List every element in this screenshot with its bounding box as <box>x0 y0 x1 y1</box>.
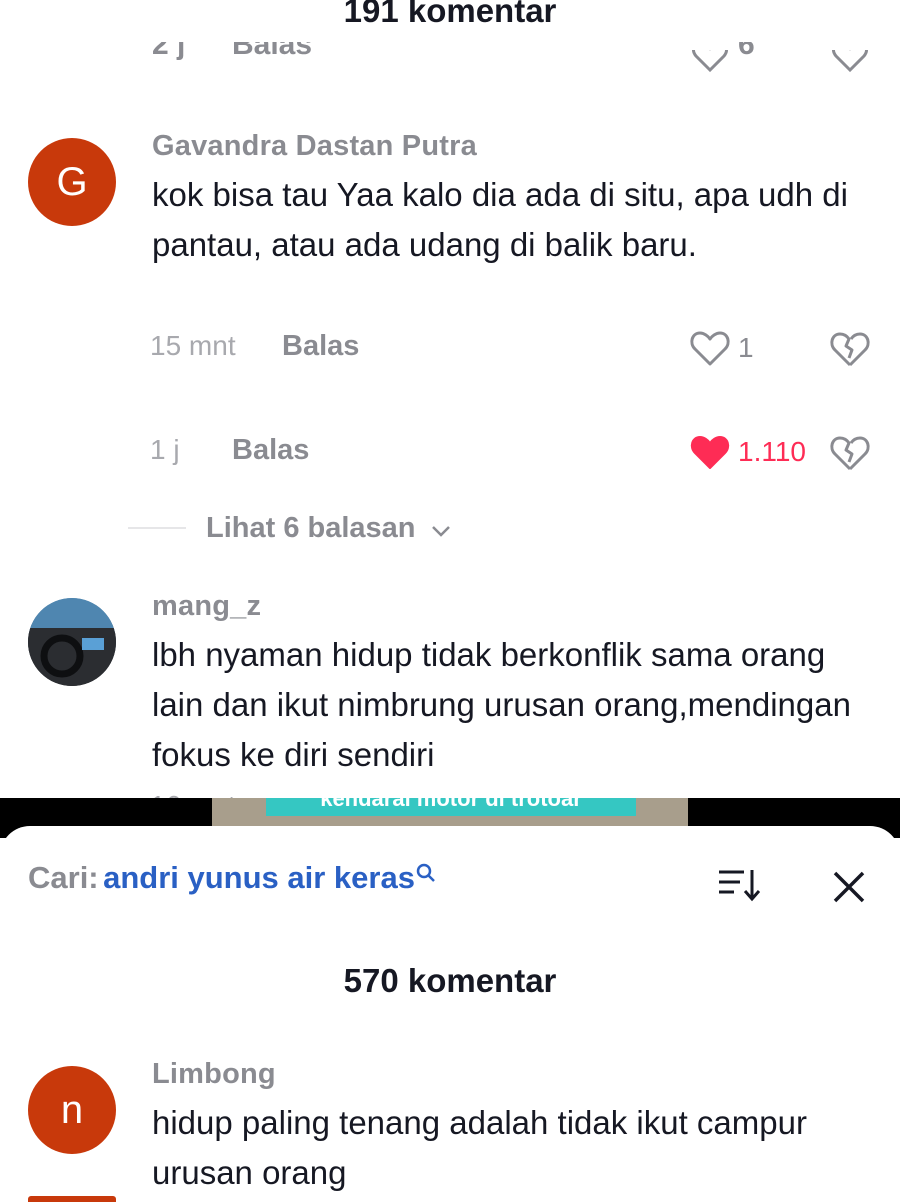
comments-panel: Cari: andri yunus air keras 570 komentar… <box>0 826 900 1202</box>
search-label: Cari: <box>28 860 99 895</box>
cut-like-count: 6 <box>738 42 755 61</box>
cut-reply-button[interactable]: Balas <box>232 42 312 68</box>
video-banner-text: kendarai motor di trotoar <box>320 798 582 811</box>
reply-button[interactable]: Balas <box>282 330 359 363</box>
search-icon[interactable] <box>415 862 437 889</box>
avatar-letter: G <box>56 159 88 204</box>
avatar[interactable]: n <box>28 1066 116 1154</box>
dislike-broken-heart-icon[interactable] <box>828 328 872 370</box>
liked-heart-icon[interactable] <box>688 432 732 472</box>
comment-text: hidup paling tenang adalah tidak ikut ca… <box>152 1104 807 1191</box>
comment-username[interactable]: Gavandra Dastan Putra <box>152 130 477 163</box>
cut-time: 2 j <box>152 42 186 61</box>
car-dashboard-icon <box>28 598 116 686</box>
chevron-down-icon <box>430 513 452 546</box>
reply-row-dislike-icon[interactable] <box>828 432 872 474</box>
close-icon[interactable] <box>830 868 868 911</box>
comment-count-title: 191 komentar <box>343 0 557 29</box>
comment2-text: lbh nyaman hidup tidak berkonflik sama o… <box>152 636 851 773</box>
comment-username[interactable]: Limbong <box>152 1058 276 1091</box>
like-heart-icon[interactable] <box>688 328 732 368</box>
comment-text: kok bisa tau Yaa kalo dia ada di situ, a… <box>152 176 848 263</box>
comment-time: 15 mnt <box>150 330 236 361</box>
avatar[interactable]: G <box>28 138 116 226</box>
cut-like-icon[interactable] <box>690 50 730 78</box>
search-query[interactable]: andri yunus air keras <box>103 860 415 895</box>
next-avatar-peek <box>28 1196 116 1202</box>
avatar-letter: n <box>60 1087 84 1132</box>
video-banner: kendarai motor di trotoar <box>266 798 636 816</box>
view-replies-button[interactable]: Lihat 6 balasan <box>206 512 452 546</box>
reply-row-time: 1 j <box>150 434 180 465</box>
avatar-car-interior[interactable] <box>28 598 116 686</box>
view-replies-label: Lihat 6 balasan <box>206 512 416 544</box>
like-count: 1 <box>738 332 754 363</box>
search-bar[interactable]: Cari: andri yunus air keras <box>28 860 437 896</box>
reply-row-like-count: 1.110 <box>738 436 806 467</box>
sort-icon[interactable] <box>716 866 761 909</box>
cut-dislike-icon[interactable] <box>830 50 870 78</box>
replies-divider <box>128 527 186 529</box>
search-comment-count: 570 komentar <box>343 962 557 999</box>
comment2-username[interactable]: mang_z <box>152 590 261 623</box>
reply-row-reply-button[interactable]: Balas <box>232 434 309 467</box>
